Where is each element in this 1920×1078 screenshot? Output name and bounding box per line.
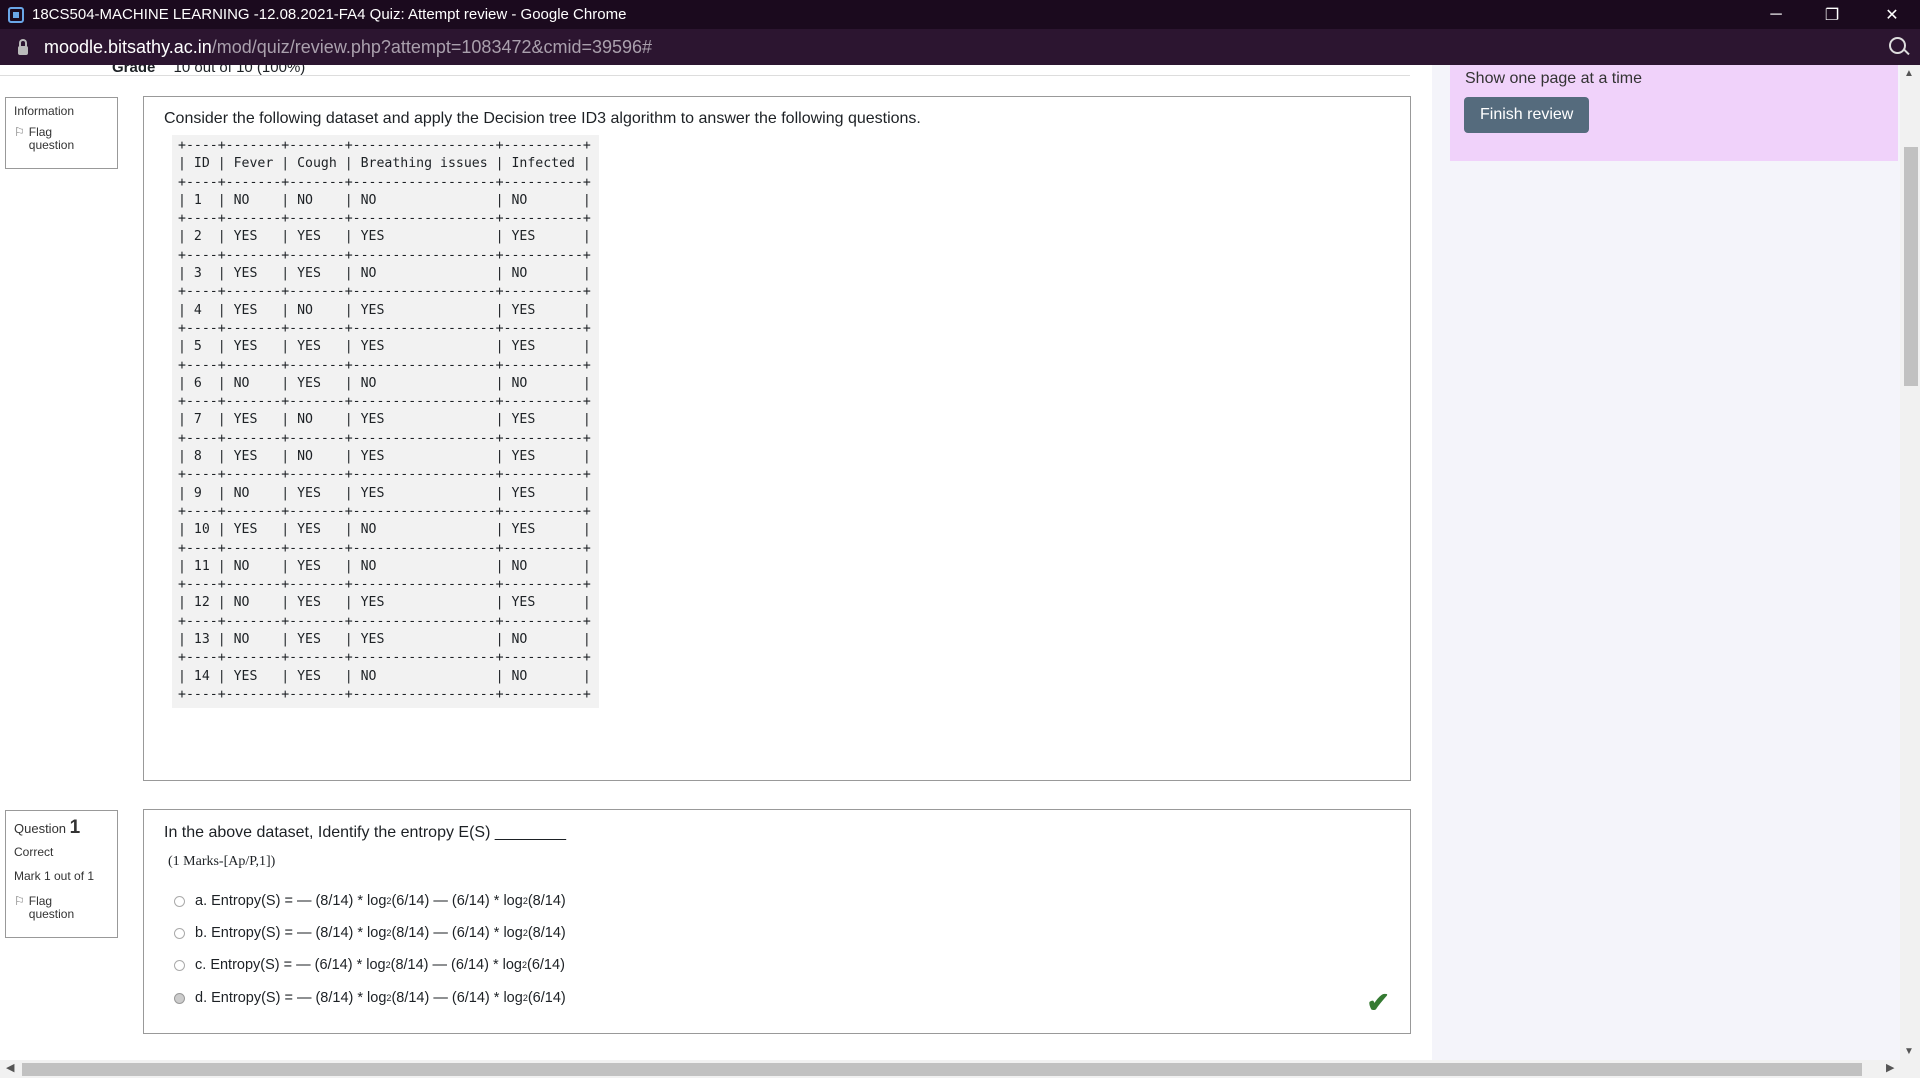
horizontal-scrollbar[interactable]: ◀ ▶: [0, 1060, 1920, 1078]
url-host[interactable]: moodle.bitsathy.ac.in: [44, 37, 212, 58]
information-content: Consider the following dataset and apply…: [143, 96, 1411, 781]
question-number: Question 1: [14, 817, 81, 838]
radio-button[interactable]: [174, 959, 185, 971]
divider: [0, 75, 1410, 76]
correct-check-icon: ✔: [1366, 987, 1390, 1018]
minimize-button[interactable]: ─: [1748, 0, 1804, 29]
question-info-box: Question 1 Correct Mark 1 out of 1 ⚐ Fla…: [5, 810, 118, 938]
flag-icon[interactable]: ⚐: [14, 895, 25, 921]
answer-option-d[interactable]: d. Entropy(S) = — (8/14) * log 2 (8/14) — …: [174, 990, 566, 1006]
answer-option-b[interactable]: b. Entropy(S) = — (8/14) * log 2 (8/14) — …: [174, 925, 566, 941]
question-content: In the above dataset, Identify the entro…: [143, 809, 1411, 1034]
flag-question-link[interactable]: ⚐ Flag question: [14, 895, 109, 921]
dataset-table: +----+-------+-------+------------------…: [172, 135, 599, 709]
app-window-icon: [8, 6, 24, 23]
lock-icon[interactable]: [18, 38, 28, 55]
question-text: In the above dataset, Identify the entro…: [164, 824, 567, 841]
scroll-up-icon[interactable]: ▲: [1904, 68, 1914, 79]
window-title: 18CS504-MACHINE LEARNING -12.08.2021-FA4…: [32, 6, 627, 23]
information-label: Information: [14, 104, 75, 118]
scrollbar-thumb[interactable]: [22, 1063, 1862, 1076]
restore-button[interactable]: ❐: [1804, 0, 1860, 29]
nav-block: Show one page at a time Finish review: [1450, 65, 1898, 161]
marks-info: (1 Marks-[Ap/P,1]): [168, 854, 276, 869]
answer-option-c[interactable]: c. Entropy(S) = — (6/14) * log 2 (8/14) — …: [174, 957, 565, 973]
quiz-navigation-panel: Show one page at a time Finish review: [1432, 65, 1900, 1060]
window-titlebar: 18CS504-MACHINE LEARNING -12.08.2021-FA4…: [0, 0, 1920, 29]
close-button[interactable]: ✕: [1864, 0, 1920, 29]
page-viewport: Grade 10 out of 10 (100%) Information ⚐ …: [0, 65, 1900, 1060]
radio-button-selected[interactable]: [174, 992, 185, 1004]
scroll-down-icon[interactable]: ▼: [1904, 1046, 1914, 1057]
scroll-left-icon[interactable]: ◀: [6, 1061, 14, 1074]
flag-label[interactable]: Flag question: [29, 895, 84, 921]
zoom-icon[interactable]: [1889, 37, 1906, 54]
url-path[interactable]: /mod/quiz/review.php?attempt=1083472&cmi…: [212, 37, 652, 58]
question-status: Correct: [14, 845, 54, 859]
vertical-scrollbar[interactable]: ▲ ▼: [1900, 65, 1920, 1060]
information-text: Consider the following dataset and apply…: [164, 110, 921, 127]
flag-label[interactable]: Flag question: [29, 126, 84, 152]
answer-option-a[interactable]: a. Entropy(S) = — (8/14) * log 2 (6/14) — …: [174, 893, 566, 909]
radio-button[interactable]: [174, 895, 185, 907]
information-info-box: Information ⚐ Flag question: [5, 97, 118, 169]
scroll-right-icon[interactable]: ▶: [1886, 1061, 1894, 1074]
flag-icon[interactable]: ⚐: [14, 126, 25, 152]
finish-review-button[interactable]: Finish review: [1464, 97, 1590, 133]
scrollbar-thumb[interactable]: [1904, 147, 1918, 386]
show-one-page-link[interactable]: Show one page at a time: [1465, 70, 1642, 88]
radio-button[interactable]: [174, 927, 185, 939]
question-mark: Mark 1 out of 1: [14, 869, 95, 883]
address-bar[interactable]: moodle.bitsathy.ac.in/mod/quiz/review.ph…: [0, 29, 1920, 65]
flag-question-link[interactable]: ⚐ Flag question: [14, 126, 109, 152]
